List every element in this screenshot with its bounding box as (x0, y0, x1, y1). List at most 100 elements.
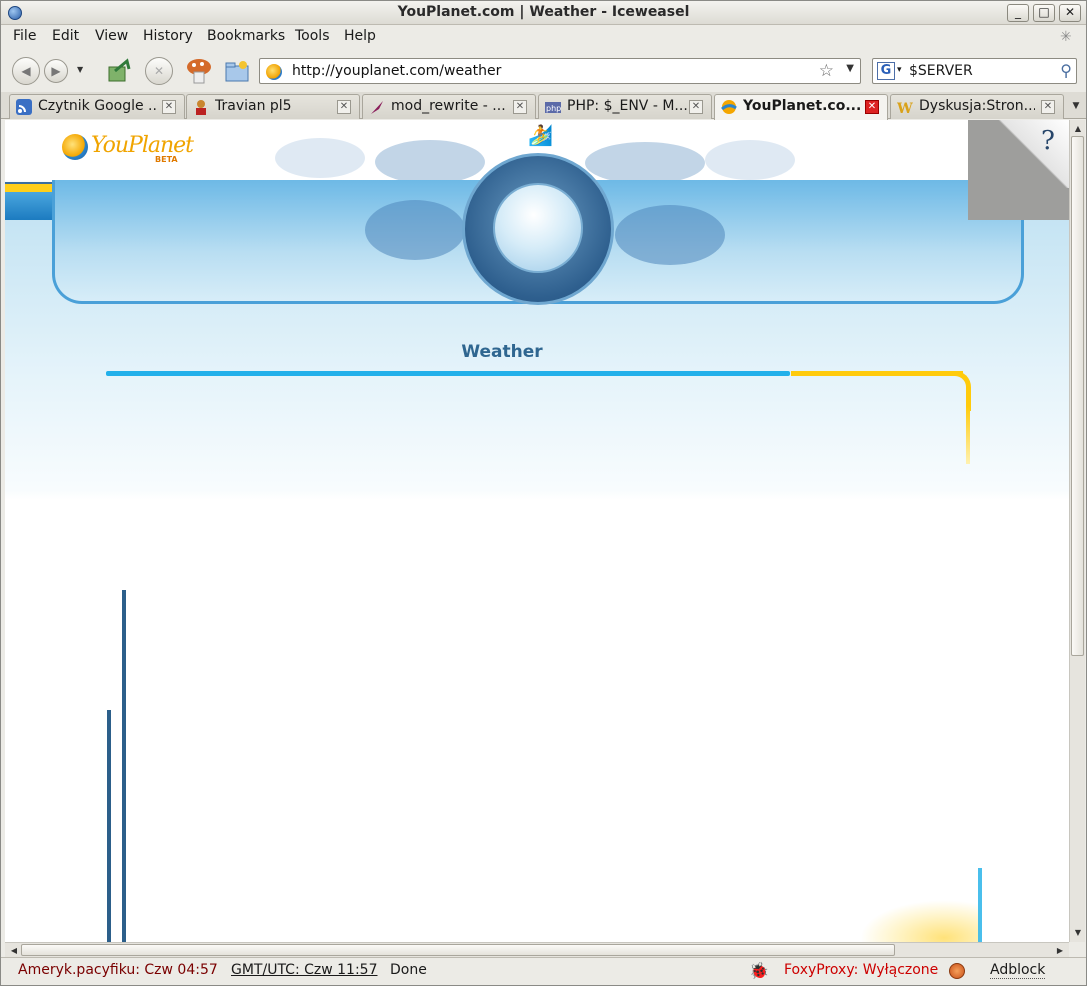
tab-youplanet[interactable]: YouPlanet.co... ✕ (714, 94, 888, 120)
window-title: YouPlanet.com | Weather - Iceweasel (397, 4, 690, 20)
proxy-icon[interactable] (949, 963, 965, 979)
menu-tools[interactable]: Tools (295, 28, 330, 44)
reload-icon (108, 58, 131, 82)
url-text[interactable]: http://youplanet.com/weather (292, 63, 501, 79)
tab-list-dropdown-icon[interactable]: ▼ (1068, 96, 1084, 116)
left-border-bar (122, 590, 126, 942)
title-underline-blue (106, 371, 790, 376)
menu-help[interactable]: Help (344, 28, 376, 44)
left-border-bar (107, 710, 111, 942)
decorative-swirl (585, 142, 705, 184)
close-tab-icon[interactable]: ✕ (162, 100, 176, 114)
menu-file[interactable]: File (13, 28, 36, 44)
tab-label: mod_rewrite - ... (391, 98, 506, 114)
logo-beta-badge: BETA (155, 155, 178, 164)
menu-edit[interactable]: Edit (52, 28, 79, 44)
google-engine-icon[interactable]: G (877, 62, 895, 80)
vertical-scroll-thumb[interactable] (1071, 136, 1084, 656)
horizontal-scrollbar[interactable]: ◀ ▶ (5, 942, 1069, 957)
tab-google-reader[interactable]: Czytnik Google ... ✕ (9, 94, 185, 119)
page-title: Weather (461, 342, 543, 362)
scroll-down-icon[interactable]: ▼ (1071, 926, 1085, 940)
tab-label: Czytnik Google ... (38, 98, 158, 114)
tab-mod-rewrite[interactable]: mod_rewrite - ... ✕ (362, 94, 536, 119)
tab-label: Travian pl5 (215, 98, 292, 114)
pacific-clock[interactable]: Ameryk.pacyfiku: Czw 04:57 (18, 962, 218, 978)
close-tab-icon[interactable]: ✕ (1041, 100, 1055, 114)
bug-icon[interactable]: 🐞 (749, 961, 769, 980)
scroll-up-icon[interactable]: ▲ (1071, 122, 1085, 136)
decorative-swirl (365, 200, 465, 260)
url-bar[interactable]: http://youplanet.com/weather ☆ ▼ (259, 58, 861, 84)
decorative-swirl (705, 140, 795, 180)
back-button[interactable]: ◀ (12, 57, 40, 85)
bookmark-star-icon[interactable]: ☆ (819, 61, 834, 81)
splash-decoration (860, 900, 980, 942)
youplanet-favicon-icon (266, 64, 282, 80)
page-peel-decoration (995, 120, 1069, 188)
youplanet-icon (721, 100, 737, 114)
vertical-scrollbar[interactable]: ▲ ▼ (1069, 120, 1085, 942)
tab-label: Dyskusja:Stron... (919, 98, 1035, 114)
adblock-status[interactable]: Adblock (990, 962, 1046, 979)
reload-button[interactable] (105, 57, 133, 85)
foxyproxy-status[interactable]: FoxyProxy: Wyłączone (784, 962, 938, 978)
menu-history[interactable]: History (143, 28, 193, 44)
stop-button[interactable]: ✕ (145, 57, 173, 85)
minimize-button[interactable]: _ (1007, 4, 1029, 22)
tab-bar: Czytnik Google ... ✕ Travian pl5 ✕ mod_r… (1, 92, 1086, 120)
menu-bar: File Edit View History Bookmarks Tools H… (1, 25, 1086, 49)
close-tab-icon[interactable]: ✕ (513, 100, 527, 114)
bookmarks-manager-button[interactable] (223, 57, 251, 85)
decorative-swirl (375, 140, 485, 184)
url-dropdown-icon[interactable]: ▼ (846, 63, 854, 74)
status-bar: Ameryk.pacyfiku: Czw 04:57 GMT/UTC: Czw … (1, 957, 1086, 985)
right-border-bar (978, 868, 982, 942)
status-text: Done (390, 962, 427, 978)
search-icon[interactable]: ⚲ (1060, 61, 1072, 80)
surfer-icon: 🏄 (528, 123, 553, 147)
maximize-button[interactable]: □ (1033, 4, 1055, 22)
menu-view[interactable]: View (95, 28, 128, 44)
throbber-icon: ✳ (1060, 29, 1072, 45)
scroll-right-icon[interactable]: ▶ (1053, 944, 1067, 957)
history-dropdown-icon[interactable]: ▼ (77, 65, 89, 77)
feather-icon (371, 101, 383, 114)
search-input[interactable]: $SERVER (909, 63, 973, 79)
tab-dyskusja[interactable]: W Dyskusja:Stron... ✕ (890, 94, 1064, 119)
home-button[interactable] (185, 57, 213, 85)
close-tab-icon[interactable]: ✕ (337, 100, 351, 114)
close-tab-icon[interactable]: ✕ (689, 100, 703, 114)
scroll-left-icon[interactable]: ◀ (7, 944, 21, 957)
browser-window: YouPlanet.com | Weather - Iceweasel _ □ … (0, 0, 1087, 986)
gmt-clock[interactable]: GMT/UTC: Czw 11:57 (231, 962, 378, 978)
youplanet-logo-icon (62, 134, 88, 160)
home-icon (187, 59, 211, 84)
engine-dropdown-icon[interactable]: ▾ (897, 65, 902, 75)
menu-bookmarks[interactable]: Bookmarks (207, 28, 285, 44)
php-icon: php (545, 102, 561, 113)
title-bar[interactable]: YouPlanet.com | Weather - Iceweasel _ □ … (1, 1, 1086, 25)
tab-label: YouPlanet.co... (743, 98, 861, 114)
tab-php-env[interactable]: php PHP: $_ENV - M... ✕ (538, 94, 712, 119)
title-underline-curve (935, 371, 971, 411)
rss-icon (16, 99, 32, 115)
travian-icon (196, 100, 206, 115)
horizontal-scroll-thumb[interactable] (21, 944, 895, 956)
help-icon[interactable]: ? (1041, 126, 1055, 156)
navigation-toolbar: ◀ ▶ ▼ ✕ http://youplanet.com/weather ☆ ▼… (1, 51, 1086, 91)
close-window-button[interactable]: ✕ (1059, 4, 1081, 22)
globe-lens (493, 183, 583, 273)
yellow-drip-decoration (966, 406, 970, 464)
search-bar[interactable]: G ▾ $SERVER ⚲ (872, 58, 1077, 84)
tab-travian[interactable]: Travian pl5 ✕ (186, 94, 360, 119)
decorative-swirl (615, 205, 725, 265)
close-tab-icon[interactable]: ✕ (865, 100, 879, 114)
wiki-icon: W (897, 101, 913, 115)
forward-button[interactable]: ▶ (44, 59, 68, 83)
tab-label: PHP: $_ENV - M... (567, 98, 688, 114)
svg-text:W: W (897, 101, 913, 115)
folder-icon (225, 61, 249, 82)
svg-text:php: php (546, 104, 561, 113)
page-content[interactable]: YouPlanet BETA 🏄 ? Weather (5, 120, 1069, 942)
